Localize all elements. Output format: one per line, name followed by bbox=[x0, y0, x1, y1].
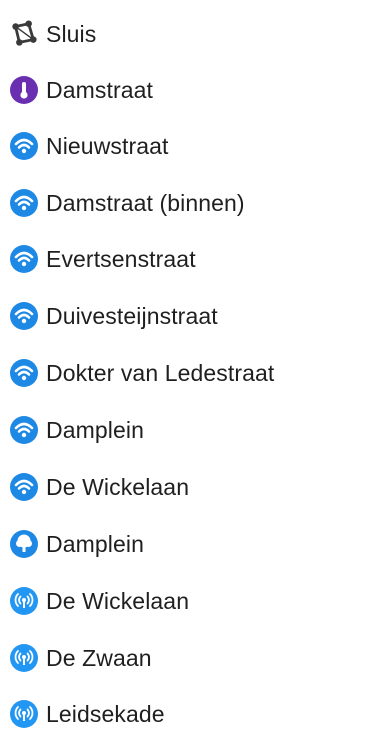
list-item-label: Evertsenstraat bbox=[46, 245, 196, 272]
list-item-label: Damstraat (binnen) bbox=[46, 189, 245, 216]
wifi-icon bbox=[10, 473, 38, 501]
list-item-damplein[interactable]: Damplein bbox=[10, 414, 144, 446]
list-item-label: De Zwaan bbox=[46, 644, 152, 671]
list-item-label: Leidsekade bbox=[46, 700, 165, 727]
list-item-label: Duivesteijnstraat bbox=[46, 302, 218, 329]
list-item-leidsekade[interactable]: Leidsekade bbox=[10, 698, 165, 730]
list-item-label: Nieuwstraat bbox=[46, 132, 169, 159]
wifi-icon bbox=[10, 132, 38, 160]
list-item-de-zwaan[interactable]: De Zwaan bbox=[10, 642, 152, 674]
broadcast-icon bbox=[10, 700, 38, 728]
list-item-evertsenstraat[interactable]: Evertsenstraat bbox=[10, 243, 196, 275]
list-item-label: Sluis bbox=[46, 20, 97, 47]
wifi-icon bbox=[10, 189, 38, 217]
list-item-nieuwstraat[interactable]: Nieuwstraat bbox=[10, 130, 169, 162]
wifi-icon bbox=[10, 302, 38, 330]
list-item-duivesteijnstraat[interactable]: Duivesteijnstraat bbox=[10, 300, 218, 332]
thermometer-icon bbox=[10, 76, 38, 104]
sluice-icon bbox=[10, 20, 38, 48]
list-item-label: Damplein bbox=[46, 530, 144, 557]
list-item-damstraat[interactable]: Damstraat bbox=[10, 74, 153, 106]
wifi-icon bbox=[10, 359, 38, 387]
list-item-de-wickelaan[interactable]: De Wickelaan bbox=[10, 471, 189, 503]
list-item-damstraat-binnen[interactable]: Damstraat (binnen) bbox=[10, 187, 245, 219]
list-item-label: De Wickelaan bbox=[46, 473, 190, 500]
list-item-sluis[interactable]: Sluis bbox=[10, 18, 96, 50]
wifi-icon bbox=[10, 416, 38, 444]
list-item-label: De Wickelaan bbox=[46, 587, 190, 614]
list-item-label: Damplein bbox=[46, 416, 144, 443]
list-item-label: Damstraat bbox=[46, 76, 153, 103]
tree-icon bbox=[10, 530, 38, 558]
list-item-de-wickelaan-broadcast[interactable]: De Wickelaan bbox=[10, 585, 189, 617]
wifi-icon bbox=[10, 245, 38, 273]
list-item-label: Dokter van Ledestraat bbox=[46, 359, 275, 386]
broadcast-icon bbox=[10, 587, 38, 615]
broadcast-icon bbox=[10, 644, 38, 672]
list-item-dokter-van-ledestraat[interactable]: Dokter van Ledestraat bbox=[10, 357, 274, 389]
list-item-damplein-tree[interactable]: Damplein bbox=[10, 528, 144, 560]
